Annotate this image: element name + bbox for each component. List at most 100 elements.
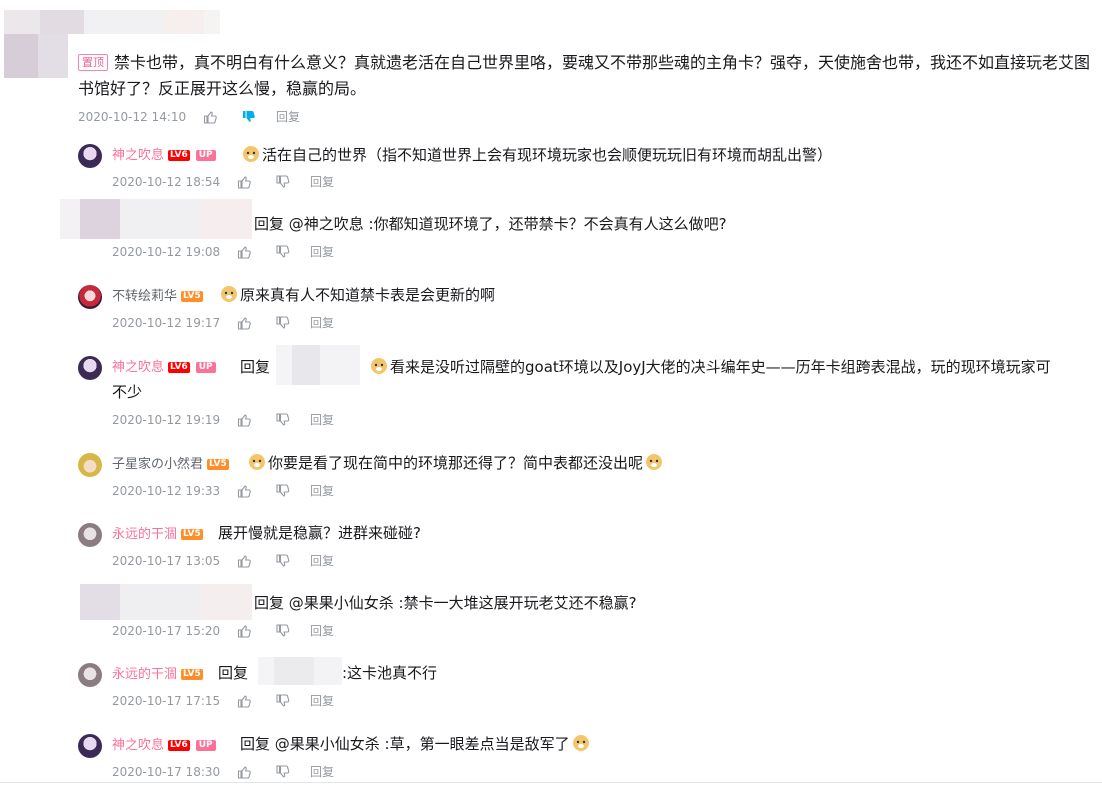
dislike-button[interactable] xyxy=(242,110,256,124)
thumb-down-icon xyxy=(276,554,290,567)
level-badge: LV6 xyxy=(168,740,190,751)
divider xyxy=(0,782,1102,783)
like-button[interactable] xyxy=(237,316,251,330)
dislike-button[interactable] xyxy=(276,765,290,779)
doge-emoji-icon xyxy=(371,358,387,374)
reply-username[interactable]: 不转绘莉华 LV5 xyxy=(112,287,203,307)
reply-button[interactable]: 回复 xyxy=(310,410,334,430)
thumb-up-icon xyxy=(237,555,251,568)
dislike-button[interactable] xyxy=(276,694,290,708)
reply-button[interactable]: 回复 xyxy=(310,621,334,641)
dislike-button[interactable] xyxy=(276,484,290,498)
pinned-comment-meta: 2020-10-12 14:10 回复 xyxy=(78,107,478,127)
reply-button[interactable]: 回复 xyxy=(310,551,334,571)
like-button[interactable] xyxy=(237,175,251,189)
reply-username[interactable]: 神之吹息 LV6 UP xyxy=(112,358,216,378)
pinned-badge: 置顶 xyxy=(78,54,108,71)
like-button[interactable] xyxy=(237,694,251,708)
dislike-button[interactable] xyxy=(276,624,290,638)
doge-emoji-icon xyxy=(243,146,259,162)
reply-meta: 2020-10-12 19:17 回复 xyxy=(112,313,412,333)
like-button[interactable] xyxy=(237,413,251,427)
like-button[interactable] xyxy=(237,484,251,498)
reply-meta: 2020-10-12 18:54 回复 xyxy=(112,172,412,192)
doge-emoji-icon xyxy=(221,286,237,302)
reply-text: 回复 xyxy=(218,664,249,682)
blurred-avatar xyxy=(4,34,68,78)
avatar[interactable] xyxy=(78,734,102,758)
thumb-down-icon xyxy=(276,245,290,258)
dislike-button[interactable] xyxy=(276,245,290,259)
like-button[interactable] xyxy=(203,110,217,124)
thumb-down-icon xyxy=(276,316,290,329)
level-badge: LV5 xyxy=(207,459,229,470)
avatar[interactable] xyxy=(78,144,102,168)
reply-text: 回复 @果果小仙女杀 :禁卡一大堆这展开玩老艾还不稳赢? xyxy=(254,594,637,612)
avatar[interactable] xyxy=(78,453,102,477)
reply-text: 回复 xyxy=(240,358,271,376)
reply-text: 回复 @果果小仙女杀 :草，第一眼差点当是敌军了 xyxy=(240,731,592,757)
comment-time: 2020-10-12 19:08 xyxy=(112,245,221,259)
comment-time: 2020-10-17 13:05 xyxy=(112,554,221,568)
reply-username[interactable]: 神之吹息 LV6 UP xyxy=(112,146,216,166)
reply-button[interactable]: 回复 xyxy=(276,107,300,127)
reply-button[interactable]: 回复 xyxy=(310,762,334,782)
level-badge: LV5 xyxy=(181,291,203,302)
reply-text: 你要是看了现在简中的环境那还得了？简中表都还没出呢 xyxy=(246,450,665,476)
thumb-down-icon xyxy=(243,111,255,122)
avatar[interactable] xyxy=(78,663,102,687)
comment-time: 2020-10-17 18:30 xyxy=(112,765,221,779)
thumb-up-icon xyxy=(237,625,251,638)
thumb-up-icon xyxy=(237,246,251,259)
comment-time: 2020-10-12 18:54 xyxy=(112,175,221,189)
level-badge: LV6 xyxy=(168,362,190,373)
like-button[interactable] xyxy=(237,624,251,638)
reply-username[interactable]: 永远的干涸 LV5 xyxy=(112,525,203,545)
up-badge: UP xyxy=(195,150,216,161)
doge-emoji-icon xyxy=(249,454,265,470)
reply-meta: 2020-10-17 18:30 回复 xyxy=(112,762,412,782)
dislike-button[interactable] xyxy=(276,175,290,189)
dislike-button[interactable] xyxy=(276,554,290,568)
reply-button[interactable]: 回复 xyxy=(310,172,334,192)
thumb-down-icon xyxy=(276,765,290,778)
thumb-up-icon xyxy=(237,695,251,708)
pinned-comment-text: 置顶 禁卡也带，真不明白有什么意义？真就遗老活在自己世界里咯，要魂又不带那些魂的主… xyxy=(78,53,1091,98)
comment-time: 2020-10-17 15:20 xyxy=(112,624,221,638)
doge-emoji-icon xyxy=(646,454,663,470)
comment-time: 2020-10-12 19:19 xyxy=(112,413,221,427)
avatar[interactable] xyxy=(78,523,102,547)
reply-username[interactable]: 子星家の小然君 LV5 xyxy=(112,455,229,475)
thumb-down-icon xyxy=(276,484,290,497)
reply-meta: 2020-10-12 19:08 回复 xyxy=(112,242,412,262)
comment-time: 2020-10-17 17:15 xyxy=(112,694,221,708)
up-badge: UP xyxy=(195,362,216,373)
reply-button[interactable]: 回复 xyxy=(310,691,334,711)
reply-text: 活在自己的世界（指不知道世界上会有现环境玩家也会顺便玩玩旧有环境而胡乱出警） xyxy=(240,142,832,168)
like-button[interactable] xyxy=(237,245,251,259)
reply-username[interactable]: 神之吹息 LV6 UP xyxy=(112,736,216,756)
comment-time: 2020-10-12 14:10 xyxy=(78,110,187,124)
like-button[interactable] xyxy=(237,554,251,568)
thumb-up-icon xyxy=(237,317,251,330)
reply-meta: 2020-10-12 19:33 回复 xyxy=(112,481,412,501)
dislike-button[interactable] xyxy=(276,316,290,330)
thumb-up-icon xyxy=(237,485,251,498)
reply-text: 回复 @神之吹息 :你都知道现环境了，还带禁卡？不会真有人这么做吧? xyxy=(254,215,727,233)
reply-button[interactable]: 回复 xyxy=(310,313,334,333)
reply-meta: 2020-10-17 13:05 回复 xyxy=(112,551,412,571)
thumb-down-icon xyxy=(276,413,290,426)
avatar[interactable] xyxy=(78,356,102,380)
level-badge: LV6 xyxy=(168,150,190,161)
reply-meta: 2020-10-12 19:19 回复 xyxy=(112,410,412,430)
avatar[interactable] xyxy=(78,285,102,309)
reply-button[interactable]: 回复 xyxy=(310,481,334,501)
reply-button[interactable]: 回复 xyxy=(310,242,334,262)
thumb-up-icon xyxy=(203,111,217,124)
like-button[interactable] xyxy=(237,765,251,779)
doge-emoji-icon xyxy=(572,735,589,751)
dislike-button[interactable] xyxy=(276,413,290,427)
level-badge: LV5 xyxy=(181,669,203,680)
blurred-username xyxy=(80,584,252,620)
reply-username[interactable]: 永远的干涸 LV5 xyxy=(112,665,203,685)
